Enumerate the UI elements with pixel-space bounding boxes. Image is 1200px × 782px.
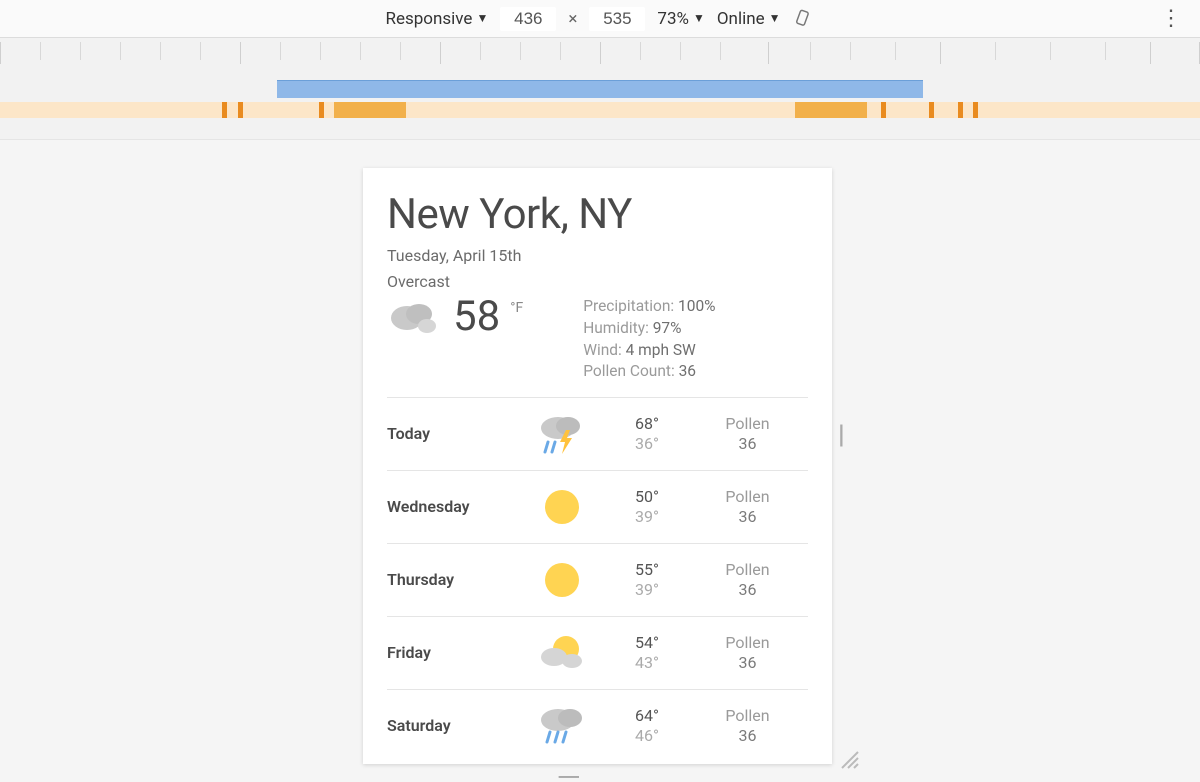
wind-label: Wind: <box>583 341 622 359</box>
precip-label: Precipitation: <box>583 297 674 315</box>
device-dropdown-label: Responsive <box>385 9 472 29</box>
viewport-area: New York, NY Tuesday, April 15th Overcas… <box>0 140 1200 780</box>
zoom-dropdown[interactable]: 73% ▼ <box>657 9 704 29</box>
forecast-pollen: Pollen36 <box>687 487 808 527</box>
forecast-high: 54° <box>607 633 687 653</box>
forecast-low: 36° <box>607 434 687 454</box>
forecast-high: 68° <box>607 414 687 434</box>
forecast-day: Today <box>387 424 517 443</box>
viewport-height-input[interactable] <box>589 7 645 31</box>
forecast-high: 55° <box>607 560 687 580</box>
overcast-icon <box>387 296 443 344</box>
forecast-temps: 55°39° <box>607 560 687 600</box>
forecast-pollen: Pollen36 <box>687 633 808 673</box>
forecast-temps: 68°36° <box>607 414 687 454</box>
device-frame: New York, NY Tuesday, April 15th Overcas… <box>363 168 832 764</box>
devtools-toolbar: Responsive ▼ × 73% ▼ Online ▼ ⋮ <box>0 0 1200 38</box>
forecast-thunder-rain-icon <box>517 412 607 456</box>
resize-handle-corner[interactable] <box>838 748 860 776</box>
media-query-bar-min[interactable] <box>0 100 1200 140</box>
weather-card: New York, NY Tuesday, April 15th Overcas… <box>363 168 832 752</box>
forecast-pollen-label: Pollen <box>687 487 808 507</box>
forecast-pollen-value: 36 <box>687 580 808 600</box>
location-title: New York, NY <box>387 190 808 239</box>
ruler <box>0 38 1200 80</box>
temp-unit: °F <box>510 300 523 316</box>
media-query-bar-max[interactable] <box>0 80 1200 100</box>
rotate-icon[interactable] <box>793 8 815 30</box>
forecast-low: 39° <box>607 507 687 527</box>
forecast-pollen-label: Pollen <box>687 560 808 580</box>
forecast-day: Thursday <box>387 570 517 589</box>
throttle-dropdown-label: Online <box>717 9 765 29</box>
forecast-row: Today 68°36°Pollen36 <box>387 398 808 471</box>
forecast-partly-cloudy-icon <box>517 631 607 675</box>
chevron-down-icon: ▼ <box>769 11 781 25</box>
forecast-low: 43° <box>607 653 687 673</box>
forecast-pollen-value: 36 <box>687 726 808 746</box>
device-dropdown[interactable]: Responsive ▼ <box>385 9 488 29</box>
pollen-value: 36 <box>679 362 696 380</box>
condition-text: Overcast <box>387 271 808 293</box>
weather-stats: Precipitation: 100% Humidity: 97% Wind: … <box>583 296 715 383</box>
forecast-pollen-value: 36 <box>687 653 808 673</box>
forecast-row: Thursday 55°39°Pollen36 <box>387 544 808 617</box>
forecast-temps: 64°46° <box>607 706 687 746</box>
forecast-row: Friday 54°43°Pollen36 <box>387 617 808 690</box>
forecast-pollen: Pollen36 <box>687 414 808 454</box>
forecast-row: Saturday 64°46°Pollen36 <box>387 690 808 752</box>
forecast-list: Today68°36°Pollen36Wednesday50°39°Pollen… <box>387 397 808 752</box>
forecast-sunny-icon <box>517 485 607 529</box>
dimension-separator: × <box>568 9 577 29</box>
wind-value: 4 mph SW <box>626 341 696 359</box>
humidity-value: 97% <box>653 319 682 337</box>
forecast-temps: 54°43° <box>607 633 687 673</box>
current-temp: 58 <box>453 296 500 338</box>
forecast-rain-icon <box>517 704 607 748</box>
forecast-low: 39° <box>607 580 687 600</box>
forecast-day: Saturday <box>387 716 517 735</box>
forecast-pollen: Pollen36 <box>687 560 808 600</box>
zoom-dropdown-label: 73% <box>657 9 689 29</box>
forecast-high: 64° <box>607 706 687 726</box>
date-text: Tuesday, April 15th <box>387 245 808 267</box>
more-options-icon[interactable]: ⋮ <box>1160 8 1182 30</box>
resize-handle-right[interactable]: || <box>838 420 839 450</box>
forecast-day: Wednesday <box>387 497 517 516</box>
forecast-low: 46° <box>607 726 687 746</box>
forecast-pollen-label: Pollen <box>687 414 808 434</box>
humidity-label: Humidity: <box>583 319 649 337</box>
forecast-pollen: Pollen36 <box>687 706 808 746</box>
forecast-high: 50° <box>607 487 687 507</box>
forecast-pollen-value: 36 <box>687 434 808 454</box>
viewport-width-input[interactable] <box>500 7 556 31</box>
forecast-pollen-label: Pollen <box>687 706 808 726</box>
forecast-row: Wednesday 50°39°Pollen36 <box>387 471 808 544</box>
chevron-down-icon: ▼ <box>476 11 488 25</box>
forecast-sunny-icon <box>517 558 607 602</box>
throttle-dropdown[interactable]: Online ▼ <box>717 9 781 29</box>
forecast-temps: 50°39° <box>607 487 687 527</box>
chevron-down-icon: ▼ <box>693 11 705 25</box>
forecast-pollen-value: 36 <box>687 507 808 527</box>
forecast-pollen-label: Pollen <box>687 633 808 653</box>
forecast-day: Friday <box>387 643 517 662</box>
pollen-label: Pollen Count: <box>583 362 675 380</box>
precip-value: 100% <box>678 297 716 315</box>
